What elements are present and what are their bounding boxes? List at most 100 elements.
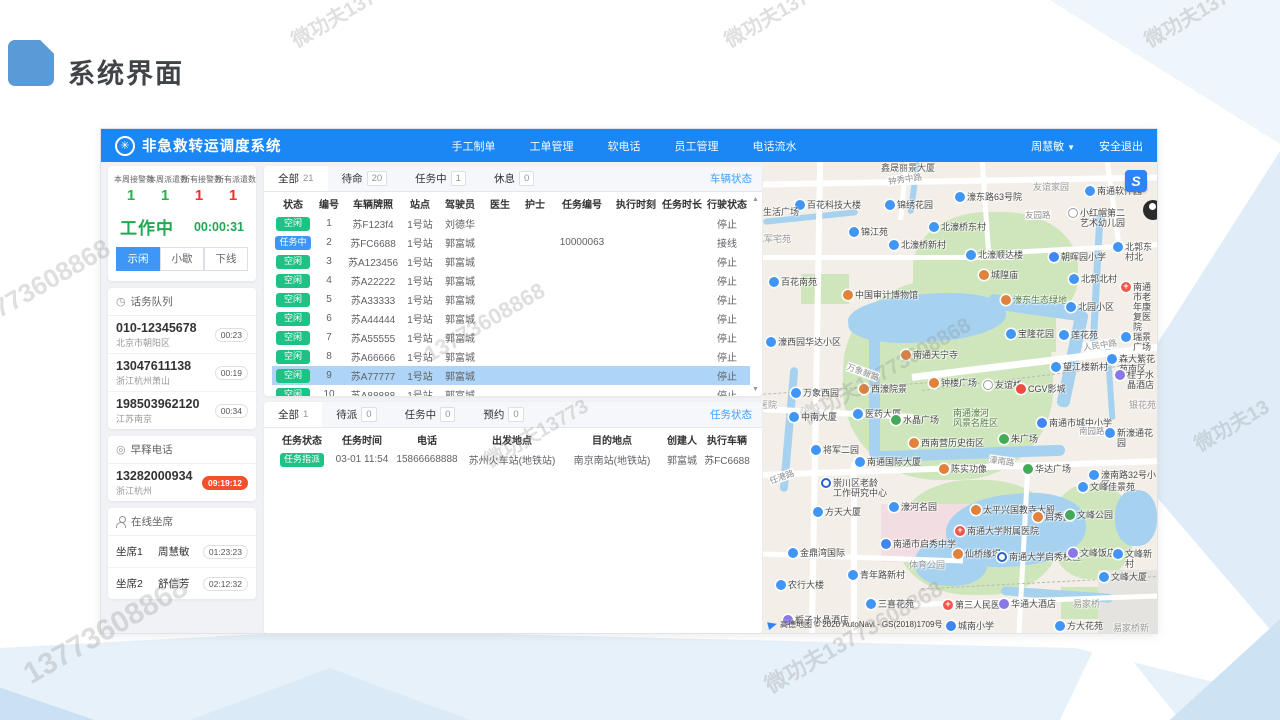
map-label-text: 北濠顺达楼 bbox=[978, 250, 1023, 260]
map-label-text: 水晶广场 bbox=[903, 415, 939, 425]
status-badge: 空闲 bbox=[276, 255, 310, 269]
column-header: 任务编号 bbox=[552, 192, 612, 214]
scroll-down-icon[interactable]: ▼ bbox=[752, 386, 759, 393]
vehicle-row[interactable]: 空闲 7 苏A55555 1号站 郭富城 停止 bbox=[272, 328, 750, 347]
vehicle-row[interactable]: 任务中 2 苏FC6688 1号站 郭富城 10000063 接线 bbox=[272, 233, 750, 252]
vehicle-row[interactable]: 空闲 10 苏A88888 1号站 郭富城 停止 bbox=[272, 385, 750, 396]
tab-count: 1 bbox=[451, 171, 466, 186]
vehicle-row[interactable]: 空闲 4 苏A22222 1号站 郭富城 停止 bbox=[272, 271, 750, 290]
vehicle-tab[interactable]: 任务中 1 bbox=[401, 166, 480, 191]
early-release-item[interactable]: 13282000934 浙江杭州 09:19:12 bbox=[108, 464, 256, 501]
poi-icon bbox=[966, 250, 976, 260]
queue-item[interactable]: 13047611138 浙江杭州萧山 00:19 bbox=[108, 354, 256, 392]
map[interactable]: 鑫晟丽景大厦 南通软件园 友谊家园 友园路 bbox=[763, 162, 1157, 633]
vehicle-status-link[interactable]: 车辆状态 bbox=[710, 171, 752, 186]
map-label: 任港路 bbox=[768, 468, 795, 486]
map-label-text: 钟楼广场 bbox=[941, 378, 977, 388]
status-button[interactable]: 小歇 bbox=[160, 247, 204, 271]
task-tab[interactable]: 待派 0 bbox=[322, 402, 390, 427]
map-label: 百花科技大楼 bbox=[795, 200, 861, 210]
map-label: 濠东生态绿地 bbox=[1001, 295, 1067, 305]
agent-row[interactable]: 坐席1 周慧敏 01:23:23 bbox=[108, 536, 256, 568]
vehicle-row[interactable]: 空闲 5 苏A33333 1号站 郭富城 停止 bbox=[272, 290, 750, 309]
stat-value: 1 bbox=[182, 187, 216, 204]
queue-item[interactable]: 198503962120 江苏南京 00:34 bbox=[108, 392, 256, 429]
early-release-list: 13282000934 浙江杭州 09:19:12 bbox=[108, 464, 256, 501]
poi-icon bbox=[955, 192, 965, 202]
work-timer: 00:00:31 bbox=[194, 220, 244, 234]
streetview-pegman-icon[interactable] bbox=[1143, 200, 1157, 220]
map-label-text: 北郭北村 bbox=[1081, 274, 1117, 284]
task-tab[interactable]: 预约 0 bbox=[469, 402, 537, 427]
map-label-text: 将军二园 bbox=[823, 445, 859, 455]
tab-count: 1 bbox=[303, 409, 308, 420]
call-queue-card: ◷ 话务队列 010-12345678 北京市朝阳区 00:23 1304761… bbox=[108, 288, 256, 429]
vehicle-row[interactable]: 空闲 3 苏A123456 1号站 郭富城 停止 bbox=[272, 252, 750, 271]
map-layers-button[interactable]: S bbox=[1125, 170, 1147, 192]
queue-item[interactable]: 010-12345678 北京市朝阳区 00:23 bbox=[108, 316, 256, 354]
poi-icon bbox=[1033, 512, 1043, 522]
map-label: 文峰新村 bbox=[1113, 549, 1157, 569]
map-label: 北郭东村北 bbox=[1113, 242, 1157, 262]
status-button[interactable]: 下线 bbox=[204, 247, 248, 271]
status-button[interactable]: 示闲 bbox=[116, 247, 160, 271]
map-label-text: 友园路 bbox=[1025, 210, 1051, 220]
nav-menu-item[interactable]: 手工制单 bbox=[452, 138, 496, 154]
task-status-link[interactable]: 任务状态 bbox=[710, 407, 752, 422]
poi-icon bbox=[943, 600, 953, 610]
amap-logo-icon bbox=[767, 619, 778, 629]
nav-menu-item[interactable]: 工单管理 bbox=[530, 138, 574, 154]
map-label-text: 北园小区 bbox=[1078, 302, 1114, 312]
agent-row[interactable]: 坐席2 舒信芳 02:12:32 bbox=[108, 568, 256, 599]
early-release-card: ◎ 早释电话 13282000934 浙江杭州 09:19:12 bbox=[108, 436, 256, 501]
map-label: 三喜花苑 bbox=[866, 599, 914, 609]
nav-menu-item[interactable]: 员工管理 bbox=[675, 138, 719, 154]
agent-time: 02:12:32 bbox=[203, 577, 248, 591]
nav-right: 周慧敏▼ 安全退出 bbox=[1031, 138, 1143, 154]
map-label: 中国审计博物馆 bbox=[843, 290, 918, 300]
poi-icon bbox=[1107, 354, 1117, 364]
vehicle-row[interactable]: 空闲 8 苏A66666 1号站 郭富城 停止 bbox=[272, 347, 750, 366]
map-label: 濠东路63号院 bbox=[955, 192, 1022, 202]
online-agents-card: 在线坐席 坐席1 周慧敏 01:23:23 坐席2 舒信芳 bbox=[108, 508, 256, 599]
vehicle-row[interactable]: 空闲 1 苏F123f4 1号站 刘德华 停止 bbox=[272, 214, 750, 233]
map-label: 南通市启秀中学 bbox=[881, 539, 956, 549]
map-label: 南园路 bbox=[1079, 426, 1105, 436]
nav-menu-item[interactable]: 软电话 bbox=[608, 138, 641, 154]
user-menu[interactable]: 周慧敏▼ bbox=[1031, 138, 1075, 154]
poi-icon bbox=[1115, 370, 1125, 380]
map-label: 生活广场 bbox=[763, 207, 799, 217]
column-header: 目的地点 bbox=[562, 428, 662, 450]
vehicle-tab[interactable]: 全部 21 bbox=[264, 166, 328, 191]
poi-icon bbox=[1078, 482, 1088, 492]
sidebar: 本周接警数本周派遣数所有接警数所有派遣数 1111 工作中 00:00:31 示… bbox=[101, 162, 263, 633]
column-header: 编号 bbox=[314, 192, 344, 214]
task-tab[interactable]: 全部 1 bbox=[264, 402, 322, 427]
column-header: 任务时间 bbox=[332, 428, 392, 450]
map-label-text: 锦江苑 bbox=[861, 227, 888, 237]
poi-icon bbox=[955, 526, 965, 536]
vehicles-table-body: 空闲 1 苏F123f4 1号站 刘德华 停止 bbox=[272, 214, 750, 396]
vehicle-tab[interactable]: 休息 0 bbox=[480, 166, 548, 191]
main-panel: 全部 21 待命 20 任务中 1 bbox=[263, 162, 763, 633]
map-label-text: 花军宅苑 bbox=[763, 234, 791, 244]
nav-menu-item[interactable]: 电话流水 bbox=[753, 138, 797, 154]
logout-button[interactable]: 安全退出 bbox=[1099, 138, 1143, 154]
task-row[interactable]: 任务指派 03-01 11:54 15866668888 苏州火车站(地铁站) … bbox=[272, 450, 752, 469]
vehicle-row[interactable]: 空闲 6 苏A44444 1号站 郭富城 停止 bbox=[272, 309, 750, 328]
scroll-up-icon[interactable]: ▲ bbox=[752, 196, 759, 203]
task-tab[interactable]: 任务中 0 bbox=[391, 402, 470, 427]
map-label: 西濠院景 bbox=[859, 384, 907, 394]
vehicles-scrollbar[interactable]: ▲ ▼ bbox=[751, 196, 760, 393]
poi-icon bbox=[971, 505, 981, 515]
poi-icon bbox=[1065, 510, 1075, 520]
vehicle-row[interactable]: 空闲 9 苏A77777 1号站 郭富城 停止 bbox=[272, 366, 750, 385]
watermark-text: 3773608868 bbox=[0, 233, 116, 332]
poi-icon bbox=[1037, 418, 1047, 428]
map-label-text: 华通大酒店 bbox=[1011, 599, 1056, 609]
vehicle-tab[interactable]: 待命 20 bbox=[328, 166, 402, 191]
online-agents-header: 在线坐席 bbox=[108, 508, 256, 536]
agent-status-card: 本周接警数本周派遣数所有接警数所有派遣数 1111 工作中 00:00:31 示… bbox=[108, 166, 256, 281]
tab-count: 0 bbox=[519, 171, 534, 186]
map-label: 朝晖园小学 bbox=[1049, 252, 1106, 262]
